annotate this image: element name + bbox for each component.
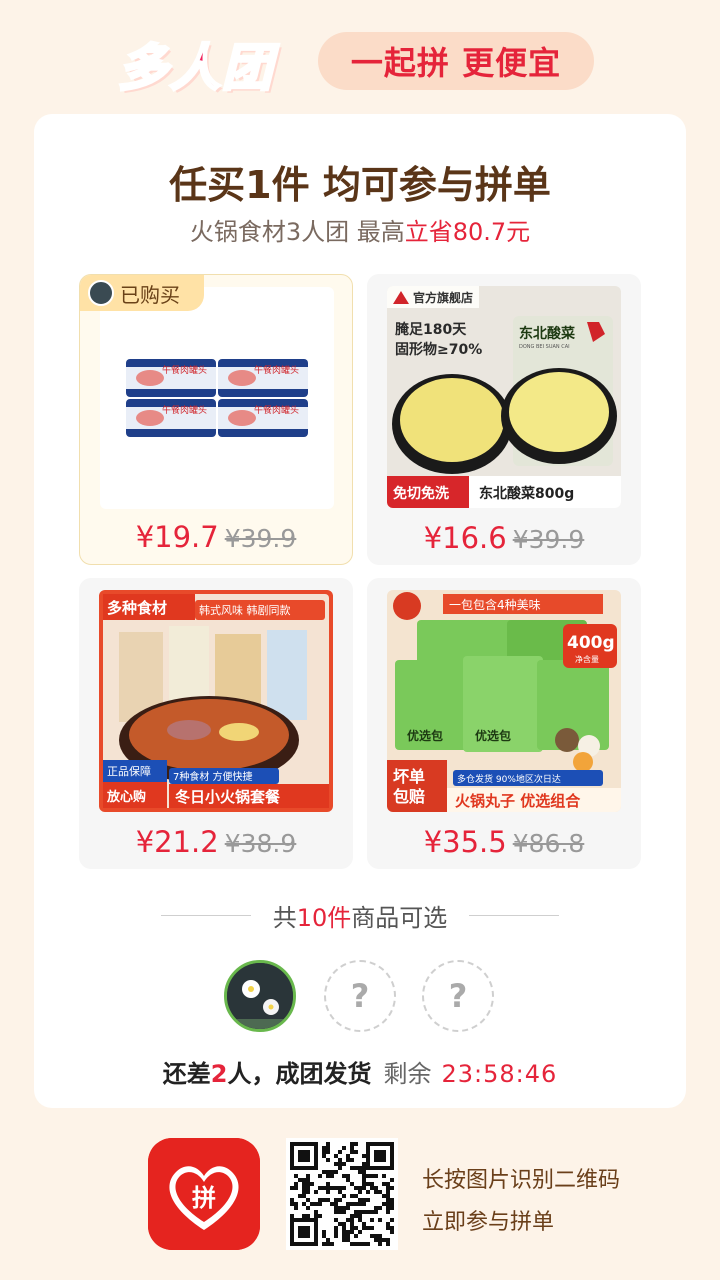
- divider-line-left: [160, 914, 251, 916]
- svg-text:官方旗舰店: 官方旗舰店: [413, 290, 473, 305]
- header: 多人团 一起拼 更便宜: [0, 0, 720, 112]
- svg-text:韩式风味 韩剧同款: 韩式风味 韩剧同款: [199, 603, 291, 617]
- svg-text:固形物≥70%: 固形物≥70%: [395, 341, 482, 358]
- status-text: 还差2人，成团发货: [162, 1060, 372, 1088]
- subtitle-prefix: 火锅食材3人团 最高: [189, 218, 405, 246]
- card-subtitle: 火锅食材3人团 最高立省80.7元: [34, 212, 686, 247]
- multi-group-logo: 多人团: [117, 38, 274, 99]
- product-card-sauerkraut[interactable]: 官方旗舰店 腌足180天 固形物≥70% 东北酸菜 DONG BEI SUAN …: [367, 274, 641, 565]
- svg-text:坏单: 坏单: [393, 767, 425, 786]
- pinduoduo-app-icon: 拼: [148, 1138, 260, 1250]
- product-price: ¥21.2 ¥38.9: [135, 825, 297, 859]
- product-count-text: 共10件商品可选: [272, 903, 448, 932]
- product-image: 官方旗舰店 腌足180天 固形物≥70% 东北酸菜 DONG BEI SUAN …: [387, 286, 621, 508]
- svg-text:DONG BEI SUAN CAI: DONG BEI SUAN CAI: [519, 344, 570, 350]
- footer-line-2: 立即参与拼单: [422, 1210, 555, 1235]
- product-count-divider: 共10件商品可选: [34, 900, 686, 932]
- qr-code: [286, 1138, 398, 1250]
- product-card-hotpot-set[interactable]: 多种食材 韩式风味 韩剧同款 正品保障 放心购 7种食材 方便快捷 冬日小火锅套…: [79, 578, 353, 869]
- remaining-label: 剩余: [383, 1060, 432, 1088]
- footer-line-1: 长按图片识别二维码: [422, 1168, 621, 1193]
- product-image: 多种食材 韩式风味 韩剧同款 正品保障 放心购 7种食材 方便快捷 冬日小火锅套…: [99, 590, 333, 812]
- svg-text:7种食材 方便快捷: 7种食材 方便快捷: [173, 770, 253, 783]
- svg-text:400g: 400g: [567, 633, 615, 653]
- product-price: ¥19.7 ¥39.9: [135, 520, 297, 554]
- product-card-hotpot-balls[interactable]: 一包包含4种美味 400g 净含量 优选包 优选包 坏单 包赔 多仓发货 90%…: [367, 578, 641, 869]
- group-card: 任买1件 均可参与拼单 火锅食材3人团 最高立省80.7元 已购买 午餐肉罐头: [34, 114, 686, 1108]
- member-avatar: [224, 960, 296, 1032]
- product-image: 午餐肉罐头 午餐肉罐头 午餐肉罐头 午餐肉罐头: [100, 287, 334, 509]
- svg-text:午餐肉罐头: 午餐肉罐头: [254, 404, 299, 416]
- svg-text:腌足180天: 腌足180天: [395, 321, 467, 338]
- group-status: 还差2人，成团发货 剩余 23:58:46: [34, 1054, 686, 1089]
- svg-text:东北酸菜800g: 东北酸菜800g: [479, 485, 574, 502]
- slogan-pill: 一起拼 更便宜: [318, 32, 594, 90]
- svg-text:冬日小火锅套餐: 冬日小火锅套餐: [175, 788, 281, 806]
- svg-text:东北酸菜: 东北酸菜: [519, 325, 576, 342]
- footer-instructions: 长按图片识别二维码 立即参与拼单: [422, 1160, 620, 1244]
- svg-text:正品保障: 正品保障: [107, 764, 151, 778]
- svg-text:多种食材: 多种食材: [107, 599, 167, 617]
- svg-text:优选包: 优选包: [475, 728, 511, 743]
- svg-text:一包包含4种美味: 一包包含4种美味: [449, 597, 541, 612]
- product-card-luncheon-meat[interactable]: 已购买 午餐肉罐头 午餐肉罐头 午餐肉罐头 午餐肉罐头 ¥19.7 ¥39.9: [79, 274, 353, 565]
- svg-text:净含量: 净含量: [575, 654, 599, 664]
- svg-text:午餐肉罐头: 午餐肉罐头: [162, 364, 207, 376]
- subtitle-savings: 立省80.7元: [404, 218, 531, 246]
- product-price: ¥16.6 ¥39.9: [423, 521, 585, 555]
- svg-text:放心购: 放心购: [106, 789, 146, 805]
- product-image: 一包包含4种美味 400g 净含量 优选包 优选包 坏单 包赔 多仓发货 90%…: [387, 590, 621, 812]
- empty-member-slot: ?: [324, 960, 396, 1032]
- card-title: 任买1件 均可参与拼单: [169, 163, 551, 207]
- countdown-timer: 23:58:46: [441, 1060, 558, 1088]
- buyer-avatar: [88, 280, 114, 306]
- svg-text:午餐肉罐头: 午餐肉罐头: [162, 404, 207, 416]
- svg-text:火锅丸子 优选组合: 火锅丸子 优选组合: [455, 792, 581, 810]
- product-grid: 已购买 午餐肉罐头 午餐肉罐头 午餐肉罐头 午餐肉罐头 ¥19.7 ¥39.9 …: [79, 274, 641, 869]
- product-price: ¥35.5 ¥86.8: [423, 825, 585, 859]
- svg-text:拼: 拼: [192, 1184, 216, 1212]
- svg-text:免切免洗: 免切免洗: [393, 485, 449, 502]
- empty-member-slot: ?: [422, 960, 494, 1032]
- svg-text:多仓发货 90%地区次日达: 多仓发货 90%地区次日达: [457, 773, 561, 785]
- svg-text:午餐肉罐头: 午餐肉罐头: [254, 364, 299, 376]
- svg-text:优选包: 优选包: [407, 728, 443, 743]
- group-members: ? ?: [34, 960, 686, 1036]
- bought-badge: 已购买: [80, 275, 204, 311]
- divider-line-right: [469, 914, 560, 916]
- svg-text:包赔: 包赔: [393, 787, 425, 806]
